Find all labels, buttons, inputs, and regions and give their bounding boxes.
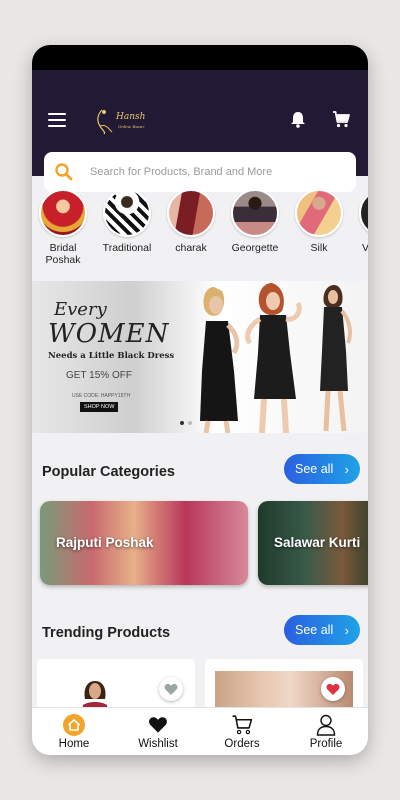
category-image bbox=[359, 189, 368, 237]
bell-icon[interactable] bbox=[290, 111, 306, 128]
category-label: Bridal Poshak bbox=[45, 242, 81, 266]
cart-icon[interactable] bbox=[332, 111, 350, 128]
banner-offer: GET 15% OFF bbox=[66, 370, 132, 381]
carousel-dot-active[interactable] bbox=[180, 421, 184, 425]
status-bar bbox=[32, 45, 368, 70]
svg-text:Hansh: Hansh bbox=[115, 112, 145, 122]
nav-home[interactable]: Home bbox=[32, 708, 116, 755]
category-silk[interactable]: Silk bbox=[288, 189, 350, 254]
phone-frame: Hansh Online Bazar Bridal Poshak bbox=[32, 45, 368, 755]
banner-line-2: WOMEN bbox=[48, 319, 170, 349]
category-label: Traditional bbox=[102, 242, 152, 254]
bottom-navigation: Home Wishlist Orders Profile bbox=[32, 707, 368, 755]
heart-icon bbox=[149, 717, 167, 733]
banner-shop-now-button[interactable]: SHOP NOW bbox=[80, 402, 119, 412]
popular-categories-title: Popular Categories bbox=[42, 464, 175, 480]
nav-label: Orders bbox=[224, 738, 260, 750]
category-label: Silk bbox=[310, 242, 328, 254]
nav-label: Wishlist bbox=[138, 738, 178, 750]
trending-products-title: Trending Products bbox=[42, 625, 171, 641]
wishlist-toggle-button[interactable] bbox=[321, 677, 345, 701]
brand-logo[interactable]: Hansh Online Bazar bbox=[92, 106, 152, 136]
hamburger-menu-icon[interactable] bbox=[48, 113, 66, 127]
category-image bbox=[167, 189, 215, 237]
nav-profile[interactable]: Profile bbox=[284, 708, 368, 755]
nav-orders[interactable]: Orders bbox=[200, 708, 284, 755]
trending-see-all-button[interactable]: See all › bbox=[284, 615, 360, 645]
category-traditional[interactable]: Traditional bbox=[96, 189, 158, 254]
category-charak[interactable]: charak bbox=[160, 189, 222, 254]
banner-line-3: Needs a Little Black Dress bbox=[48, 351, 175, 361]
banner-models-image bbox=[200, 283, 352, 433]
see-all-label: See all bbox=[295, 462, 334, 476]
heart-icon bbox=[326, 683, 340, 695]
category-label: V bbox=[362, 242, 368, 254]
category-image bbox=[231, 189, 279, 237]
chevron-right-icon: › bbox=[344, 461, 349, 477]
category-bridal-poshak[interactable]: Bridal Poshak bbox=[32, 189, 94, 266]
category-image bbox=[103, 189, 151, 237]
app-bar: Hansh Online Bazar bbox=[32, 70, 368, 192]
search-icon bbox=[55, 163, 73, 181]
see-all-label: See all bbox=[295, 623, 334, 637]
home-icon bbox=[63, 714, 85, 736]
nav-label: Home bbox=[58, 738, 90, 750]
popular-see-all-button[interactable]: See all › bbox=[284, 454, 360, 484]
category-strip: Bridal Poshak Traditional charak Georget… bbox=[32, 186, 368, 278]
category-georgette[interactable]: Georgette bbox=[224, 189, 286, 254]
person-icon bbox=[316, 714, 336, 736]
svg-text:Online Bazar: Online Bazar bbox=[118, 124, 145, 129]
category-card-label: Rajputi Poshak bbox=[56, 535, 154, 550]
category-image bbox=[39, 189, 87, 237]
category-card-rajputi-poshak[interactable]: Rajputi Poshak bbox=[40, 501, 248, 585]
category-label: charak bbox=[175, 242, 207, 254]
promo-banner[interactable]: Every WOMEN Needs a Little Black Dress G… bbox=[32, 281, 368, 433]
banner-code: USE CODE: HAPPY15TH bbox=[72, 393, 131, 399]
chevron-right-icon: › bbox=[344, 622, 349, 638]
search-input[interactable] bbox=[90, 166, 320, 178]
nav-label: Profile bbox=[309, 738, 343, 750]
wishlist-toggle-button[interactable] bbox=[159, 677, 183, 701]
nav-wishlist[interactable]: Wishlist bbox=[116, 708, 200, 755]
category-card-label: Salawar Kurti bbox=[274, 535, 361, 550]
carousel-dot[interactable] bbox=[188, 421, 192, 425]
banner-line-1: Every bbox=[54, 299, 107, 320]
category-partial[interactable]: V bbox=[352, 189, 368, 254]
category-card-salawar-kurti[interactable]: Salawar Kurti bbox=[258, 501, 368, 585]
heart-icon bbox=[164, 683, 178, 695]
cart-icon bbox=[232, 715, 253, 735]
category-label: Georgette bbox=[231, 242, 279, 254]
category-image bbox=[295, 189, 343, 237]
